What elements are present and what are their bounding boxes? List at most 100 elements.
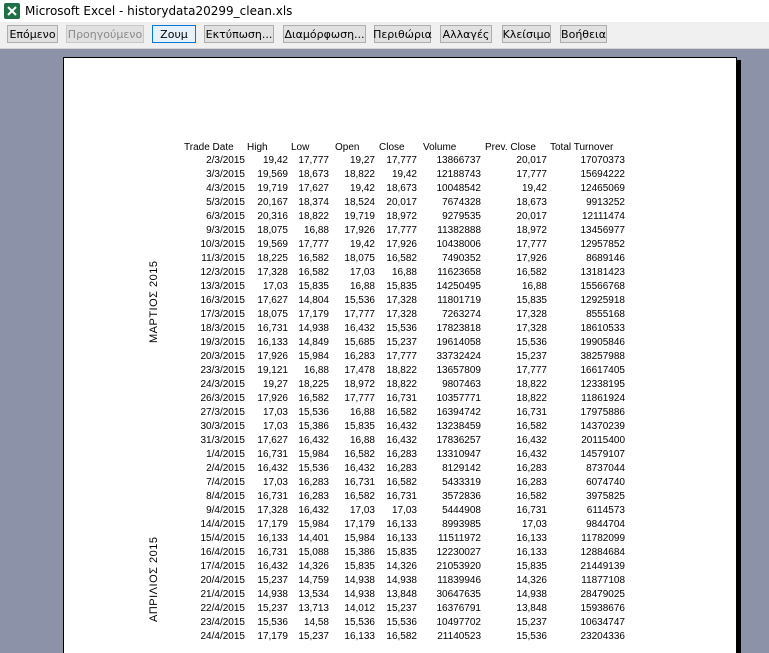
cell-prev-close: 15,835 bbox=[516, 295, 547, 306]
header-high: High bbox=[247, 142, 268, 153]
cell-high: 19,42 bbox=[262, 155, 288, 166]
cell-open: 19,27 bbox=[349, 155, 375, 166]
setup-button[interactable]: Διαμόρφωση... bbox=[283, 25, 366, 43]
print-button[interactable]: Εκτύπωση... bbox=[204, 25, 274, 43]
cell-high: 18,225 bbox=[257, 253, 288, 264]
table-row: 21/4/2015 14,938 13,534 14,938 13,848 3064763… bbox=[64, 588, 736, 601]
help-button[interactable]: Βοήθεια bbox=[560, 25, 607, 43]
cell-total-turnover: 12338195 bbox=[580, 379, 626, 390]
cell-volume: 9279535 bbox=[442, 211, 481, 222]
close-button[interactable]: Κλείσιμο bbox=[502, 25, 551, 43]
cell-volume: 16394742 bbox=[436, 407, 482, 418]
cell-total-turnover: 17070373 bbox=[580, 155, 626, 166]
table-row: 6/3/2015 20,316 18,822 19,719 18,972 9279535 2… bbox=[64, 210, 736, 223]
table-row: 9/4/2015 17,328 16,432 17,03 17,03 5444908 16,… bbox=[64, 504, 736, 517]
cell-high: 19,569 bbox=[257, 169, 288, 180]
cell-high: 17,328 bbox=[257, 267, 288, 278]
cell-volume: 5433319 bbox=[442, 477, 481, 488]
cell-low: 16,582 bbox=[298, 253, 329, 264]
cell-trade-date: 27/3/2015 bbox=[200, 407, 246, 418]
cell-close: 16,283 bbox=[386, 449, 417, 460]
cell-open: 19,719 bbox=[344, 211, 375, 222]
cell-prev-close: 18,822 bbox=[516, 393, 547, 404]
table-row: 16/3/2015 17,627 14,804 15,536 17,328 1180171… bbox=[64, 294, 736, 307]
zoom-button[interactable]: Ζουμ bbox=[152, 25, 196, 43]
table-row: 11/3/2015 18,225 16,582 18,075 16,582 7490352… bbox=[64, 252, 736, 265]
cell-trade-date: 2/4/2015 bbox=[206, 463, 245, 474]
cell-close: 16,432 bbox=[386, 421, 417, 432]
cell-close: 18,822 bbox=[386, 365, 417, 376]
table-row: 26/3/2015 17,926 16,582 17,777 16,731 1035777… bbox=[64, 392, 736, 405]
cell-trade-date: 20/4/2015 bbox=[200, 575, 246, 586]
header-low: Low bbox=[291, 142, 310, 153]
cell-open: 16,88 bbox=[349, 281, 375, 292]
cell-volume: 19614058 bbox=[436, 337, 482, 348]
cell-total-turnover: 11877108 bbox=[581, 575, 625, 586]
table-row: 20/3/2015 17,926 15,984 16,283 17,777 3373242… bbox=[64, 350, 736, 363]
cell-low: 13,713 bbox=[298, 603, 329, 614]
cell-volume: 21053920 bbox=[436, 561, 482, 572]
cell-total-turnover: 8689146 bbox=[586, 253, 625, 264]
table-row: 7/4/2015 17,03 16,283 16,731 16,582 5433319 16… bbox=[64, 476, 736, 489]
cell-prev-close: 19,42 bbox=[521, 183, 547, 194]
cell-total-turnover: 3975825 bbox=[586, 491, 625, 502]
cell-volume: 10497702 bbox=[436, 617, 482, 628]
cell-prev-close: 16,731 bbox=[516, 505, 547, 516]
cell-volume: 33732424 bbox=[436, 351, 482, 362]
cell-prev-close: 13,848 bbox=[516, 603, 547, 614]
cell-volume: 7490352 bbox=[442, 253, 481, 264]
cell-prev-close: 15,237 bbox=[516, 351, 547, 362]
table-row: 27/3/2015 17,03 15,536 16,88 16,582 16394742 1… bbox=[64, 406, 736, 419]
cell-volume: 30647635 bbox=[436, 589, 482, 600]
cell-prev-close: 18,673 bbox=[516, 197, 547, 208]
excel-icon bbox=[4, 3, 20, 19]
cell-close: 16,582 bbox=[386, 631, 417, 642]
cell-open: 15,685 bbox=[344, 337, 375, 348]
cell-volume: 13238459 bbox=[436, 421, 482, 432]
cell-close: 15,536 bbox=[386, 617, 417, 628]
cell-close: 14,938 bbox=[386, 575, 417, 586]
cell-close: 16,731 bbox=[386, 491, 417, 502]
cell-open: 15,835 bbox=[344, 421, 375, 432]
cell-open: 19,42 bbox=[349, 239, 375, 250]
page-break-button[interactable]: Αλλαγές bbox=[440, 25, 492, 43]
cell-close: 15,835 bbox=[386, 547, 417, 558]
cell-total-turnover: 18610533 bbox=[580, 323, 626, 334]
margins-button[interactable]: Περιθώρια bbox=[373, 25, 432, 43]
cell-prev-close: 16,133 bbox=[516, 547, 547, 558]
cell-high: 17,926 bbox=[257, 351, 288, 362]
print-preview-toolbar: Επόμενο Προηγούμενο Ζουμ Εκτύπωση... Δια… bbox=[0, 22, 769, 49]
cell-prev-close: 17,926 bbox=[516, 253, 547, 264]
cell-close: 15,835 bbox=[386, 281, 417, 292]
cell-close: 20,017 bbox=[386, 197, 417, 208]
cell-high: 17,328 bbox=[257, 505, 288, 516]
cell-open: 16,88 bbox=[349, 407, 375, 418]
cell-trade-date: 19/3/2015 bbox=[200, 337, 246, 348]
cell-close: 16,133 bbox=[386, 533, 417, 544]
cell-close: 17,328 bbox=[386, 295, 417, 306]
cell-total-turnover: 38257988 bbox=[580, 351, 626, 362]
table-row: 8/4/2015 16,731 16,283 16,582 16,731 3572836 1… bbox=[64, 490, 736, 503]
cell-trade-date: 17/3/2015 bbox=[200, 309, 246, 320]
previous-page-button[interactable]: Προηγούμενο bbox=[66, 25, 144, 43]
cell-open: 17,777 bbox=[344, 309, 375, 320]
next-page-button[interactable]: Επόμενο bbox=[7, 25, 58, 43]
cell-high: 17,926 bbox=[257, 393, 288, 404]
cell-total-turnover: 12465069 bbox=[580, 183, 626, 194]
cell-low: 18,374 bbox=[298, 197, 329, 208]
cell-trade-date: 2/3/2015 bbox=[206, 155, 245, 166]
cell-high: 17,627 bbox=[257, 295, 288, 306]
cell-close: 14,326 bbox=[386, 561, 417, 572]
cell-low: 14,58 bbox=[303, 617, 329, 628]
cell-trade-date: 17/4/2015 bbox=[200, 561, 246, 572]
cell-trade-date: 31/3/2015 bbox=[200, 435, 246, 446]
printed-page[interactable]: Trade Date High Low Open Close Volume Pr… bbox=[63, 57, 737, 653]
cell-trade-date: 11/3/2015 bbox=[201, 253, 245, 264]
cell-close: 18,673 bbox=[386, 183, 417, 194]
cell-trade-date: 13/3/2015 bbox=[200, 281, 246, 292]
cell-low: 18,673 bbox=[298, 169, 329, 180]
cell-trade-date: 3/3/2015 bbox=[206, 169, 245, 180]
table-row: 12/3/2015 17,328 16,582 17,03 16,88 11623658 1… bbox=[64, 266, 736, 279]
cell-volume: 10357771 bbox=[436, 393, 482, 404]
cell-close: 17,777 bbox=[386, 225, 417, 236]
